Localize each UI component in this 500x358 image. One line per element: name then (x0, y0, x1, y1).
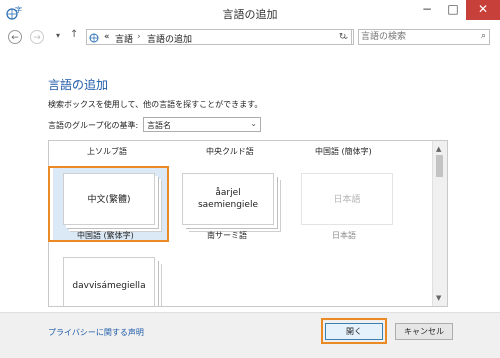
title-bar: 字 言語の追加 − □ ✕ (0, 0, 500, 26)
close-button[interactable]: ✕ (466, 0, 500, 20)
language-label[interactable]: 南サーミ語 (207, 230, 247, 241)
tile-text: 日本語 (333, 195, 361, 205)
language-tile-northern-sami[interactable]: davvisámegiella (63, 257, 155, 306)
scroll-down-icon[interactable]: ▼ (436, 294, 441, 302)
tile-text: åarjel (215, 188, 241, 198)
privacy-statement-link[interactable]: プライバシーに関する声明 (48, 327, 144, 338)
description-text: 検索ボックスを使用して、他の言語を探すことができます。 (48, 100, 263, 109)
minimize-button[interactable]: − (414, 0, 440, 20)
list-header: 中央クルド語 (206, 147, 254, 156)
breadcrumb-item-add-language[interactable]: 言語の追加 (147, 32, 192, 45)
search-input[interactable] (361, 30, 471, 44)
page-title: 言語の追加 (48, 78, 109, 92)
breadcrumb-separator: › (137, 32, 141, 42)
list-header: 上ソルブ語 (87, 147, 127, 156)
list-scrollbar[interactable]: ▲ ▼ (432, 141, 447, 306)
search-box[interactable]: ⌕ (358, 29, 490, 45)
scroll-up-icon[interactable]: ▲ (436, 145, 441, 153)
highlight-frame-open-button (321, 318, 387, 344)
scrollbar-thumb[interactable] (436, 155, 443, 177)
maximize-button[interactable]: □ (440, 0, 466, 20)
search-icon[interactable]: ⌕ (481, 31, 486, 41)
recent-locations-button[interactable]: ▾ (56, 31, 60, 40)
language-tile-southern-sami[interactable]: åarjel saemiengiele (182, 173, 274, 225)
tile-text: davvisámegiella (72, 281, 146, 291)
group-by-select[interactable]: 言語名 ⌄ (143, 117, 261, 132)
cancel-button[interactable]: キャンセル (395, 323, 453, 340)
group-by-value: 言語名 (147, 121, 171, 130)
refresh-button[interactable]: ↻ (334, 29, 352, 45)
list-header: 中国語 (簡体字) (315, 147, 372, 156)
footer-bar: プライバシーに関する声明 開く キャンセル (0, 312, 500, 358)
language-globe-icon (89, 33, 99, 43)
back-button[interactable]: ← (8, 30, 22, 44)
group-by-label: 言語のグループ化の基準: (48, 121, 139, 130)
tile-text: saemiengiele (197, 200, 259, 210)
breadcrumb-item-languages[interactable]: 言語 (115, 32, 133, 45)
breadcrumb-overflow[interactable]: « (104, 32, 110, 42)
forward-button[interactable]: → (30, 30, 44, 44)
navigation-bar: ← → ▾ ↑ « 言語 › 言語の追加 ⌄ ↻ ⌕ (0, 26, 500, 48)
language-label: 日本語 (332, 231, 356, 240)
up-button[interactable]: ↑ (70, 29, 78, 40)
address-bar[interactable]: « 言語 › 言語の追加 ⌄ (86, 29, 354, 45)
language-tile-japanese: 日本語 (301, 173, 393, 225)
chevron-down-icon: ⌄ (250, 119, 257, 128)
highlight-frame-selected-language (48, 166, 169, 242)
